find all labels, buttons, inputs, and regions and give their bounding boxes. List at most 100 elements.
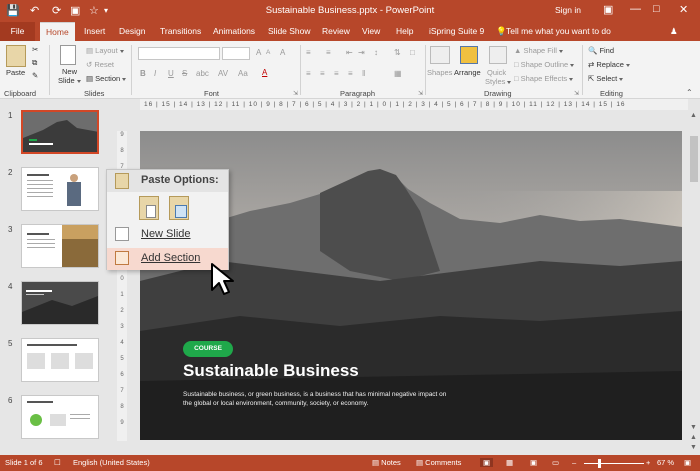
tab-animations[interactable]: Animations [213,26,255,36]
zoom-out-icon[interactable]: – [572,458,576,467]
copy-icon[interactable]: ⧉ [32,58,37,68]
numbering-icon[interactable]: ≡ [326,48,331,57]
notes-button[interactable]: ▤ Notes [372,458,401,467]
slideshow-icon[interactable]: ▭ [552,458,559,467]
slide-thumbnail-4[interactable] [21,281,99,325]
slide-thumbnail-5[interactable] [21,338,99,382]
tab-file[interactable]: File [0,22,35,41]
slide-thumbnail-2[interactable] [21,167,99,211]
font-dialog-launcher-icon[interactable]: ⇲ [293,90,298,97]
spell-check-icon[interactable]: ☐ [54,458,61,467]
select-button[interactable]: ⇱ Select [588,74,624,83]
strikethrough-button[interactable]: S [182,69,187,78]
slide-body-text[interactable]: Sustainable business, or green business,… [183,390,453,408]
font-color-button[interactable]: A [262,68,267,77]
slide-title[interactable]: Sustainable Business [183,361,359,381]
shrink-font-icon[interactable]: A [266,49,270,56]
new-slide-icon[interactable] [60,45,76,65]
fit-slide-icon[interactable]: ▣ [684,458,691,467]
scroll-up-icon[interactable]: ▲ [690,112,697,119]
share-icon[interactable]: ♟ [670,26,678,37]
char-spacing-button[interactable]: AV [218,69,228,78]
shapes-button[interactable]: Shapes [427,68,452,77]
collapse-ribbon-icon[interactable]: ⌃ [686,88,693,97]
zoom-level[interactable]: 67 % [657,458,674,467]
menu-item-new-slide[interactable]: New Slide [107,224,228,246]
vertical-scrollbar[interactable]: ▲ ▼ ▲ ▼ [688,110,700,455]
cut-icon[interactable]: ✂ [32,45,38,54]
clear-format-icon[interactable]: A [280,48,285,57]
next-slide-icon[interactable]: ▼ [690,444,697,451]
previous-slide-icon[interactable]: ▲ [690,434,697,441]
tab-view[interactable]: View [362,26,380,36]
grow-font-icon[interactable]: A [256,48,261,57]
format-painter-icon[interactable]: ✎ [32,71,38,80]
minimize-icon[interactable]: — [630,3,641,15]
align-left-icon[interactable]: ≡ [306,69,311,78]
language-indicator[interactable]: English (United States) [73,458,150,467]
scroll-down-icon[interactable]: ▼ [690,424,697,431]
normal-view-icon[interactable]: ▣ [480,458,494,467]
smartart-icon[interactable]: ▦ [394,69,402,78]
ribbon-options-icon[interactable]: ▣ [603,3,613,16]
tab-ispring[interactable]: iSpring Suite 9 [429,26,484,36]
zoom-slider-thumb[interactable] [598,459,601,468]
paragraph-dialog-launcher-icon[interactable]: ⇲ [418,90,423,97]
zoom-in-icon[interactable]: + [646,458,650,467]
paste-picture-icon[interactable] [169,196,189,220]
font-name-box[interactable] [138,47,220,60]
arrange-icon[interactable] [460,46,478,64]
scrollbar-thumb[interactable] [690,136,698,182]
align-text-icon[interactable]: □ [410,48,415,57]
shape-outline-button[interactable]: □ Shape Outline [514,60,575,69]
paste-button[interactable]: Paste [6,68,25,77]
align-right-icon[interactable]: ≡ [334,69,339,78]
change-case-button[interactable]: Aa [238,69,248,78]
tab-insert[interactable]: Insert [84,26,105,36]
tab-review[interactable]: Review [322,26,350,36]
align-center-icon[interactable]: ≡ [320,69,325,78]
shape-fill-button[interactable]: ▲ Shape Fill [514,46,563,55]
font-size-box[interactable] [222,47,250,60]
close-icon[interactable]: ✕ [679,3,688,16]
maximize-icon[interactable]: □ [653,3,660,15]
comments-button[interactable]: ▤ Comments [416,458,461,467]
tell-me-search[interactable]: Tell me what you want to do [506,26,611,36]
line-spacing-icon[interactable]: ↕ [374,48,378,57]
tab-design[interactable]: Design [119,26,145,36]
replace-button[interactable]: ⇄ Replace [588,60,630,69]
slide-thumbnail-3[interactable] [21,224,99,268]
quick-styles-button[interactable]: Quick [487,68,506,77]
bullets-icon[interactable]: ≡ [306,48,311,57]
reset-button[interactable]: ↺ Reset [86,60,114,69]
find-button[interactable]: 🔍 Find [588,46,614,55]
slide-thumbnail-6[interactable] [21,395,99,439]
slide-thumbnail-1[interactable] [21,110,99,154]
new-slide-button-line2[interactable]: Slide [58,76,81,85]
tab-help[interactable]: Help [396,26,413,36]
italic-button[interactable]: I [154,69,156,78]
decrease-indent-icon[interactable]: ⇤ [346,48,353,57]
shadow-button[interactable]: abc [196,69,209,78]
paste-keep-formatting-icon[interactable] [139,196,159,220]
arrange-button[interactable]: Arrange [454,68,481,77]
drawing-dialog-launcher-icon[interactable]: ⇲ [574,90,579,97]
section-button[interactable]: ▤ Section [86,74,127,83]
underline-button[interactable]: U [168,69,174,78]
quick-styles-button-line2[interactable]: Styles [485,77,512,86]
shapes-icon[interactable] [430,46,450,64]
sign-in-link[interactable]: Sign in [555,5,581,15]
text-direction-icon[interactable]: ⇅ [394,48,401,57]
increase-indent-icon[interactable]: ⇥ [358,48,365,57]
bold-button[interactable]: B [140,69,146,78]
tab-slide-show[interactable]: Slide Show [268,26,311,36]
tab-home[interactable]: Home [40,22,75,41]
paste-icon[interactable] [6,45,26,67]
justify-icon[interactable]: ≡ [348,69,353,78]
zoom-slider[interactable] [584,463,644,464]
reading-view-icon[interactable]: ▣ [530,458,537,467]
slide-sorter-icon[interactable]: ▦ [506,458,513,467]
quick-styles-icon[interactable] [489,46,507,64]
columns-icon[interactable]: ‖ [362,69,365,78]
new-slide-button[interactable]: New [62,67,77,76]
